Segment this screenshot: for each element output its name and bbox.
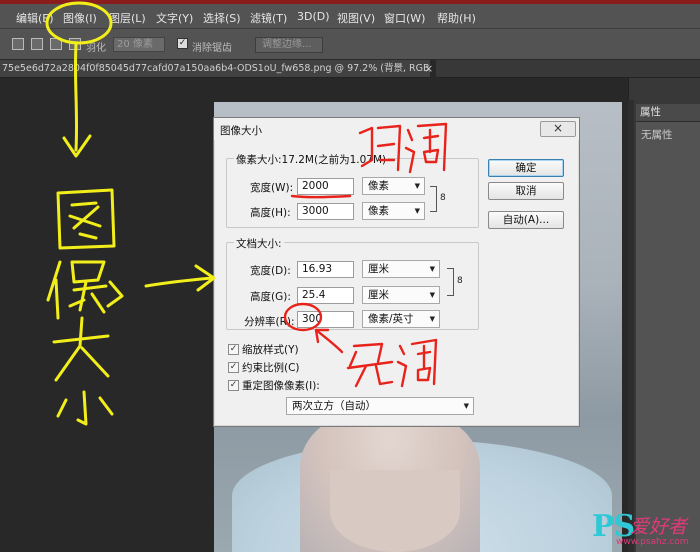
menu-bar: 编辑(E) 图像(I) 图层(L) 文字(Y) 选择(S) 滤镜(T) 3D(D…: [0, 4, 700, 28]
menu-edit[interactable]: 编辑(E): [16, 10, 54, 26]
constrain-proportions-checkbox[interactable]: ✓: [228, 362, 239, 373]
chain-link-icon: 8: [440, 193, 446, 203]
scale-styles-checkbox[interactable]: ✓: [228, 344, 239, 355]
resample-method-select[interactable]: 两次立方（自动） ▼: [286, 397, 474, 415]
menu-type[interactable]: 文字(Y): [156, 10, 193, 26]
new-selection-icon[interactable]: [12, 38, 24, 50]
no-properties-text: 无属性: [641, 129, 673, 141]
menu-help[interactable]: 帮助(H): [437, 10, 476, 26]
pixel-width-unit-text: 像素: [368, 180, 389, 192]
chain-link-icon: 8: [457, 276, 463, 286]
menu-filter[interactable]: 滤镜(T): [250, 10, 287, 26]
tab-properties[interactable]: 属性: [636, 104, 700, 122]
menu-window[interactable]: 窗口(W): [384, 10, 425, 26]
doc-width-label: 宽度(D):: [250, 265, 291, 277]
pixel-link-bracket: [430, 186, 437, 212]
refine-edge-button[interactable]: 调整边缘...: [255, 37, 323, 53]
chevron-down-icon: ▼: [429, 265, 435, 273]
menu-layer[interactable]: 图层(L): [109, 10, 146, 26]
panel-strip: [628, 100, 634, 552]
chevron-down-icon: ▼: [429, 315, 435, 323]
intersect-selection-icon[interactable]: [69, 38, 81, 50]
close-tab-icon[interactable]: ×: [424, 60, 433, 77]
dialog-titlebar[interactable]: [214, 118, 579, 140]
menu-select[interactable]: 选择(S): [203, 10, 241, 26]
resample-label: 重定图像像素(I):: [242, 380, 320, 392]
image-size-dialog: 图像大小 × 像素大小:17.2M(之前为1.07M) 宽度(W): 2000 …: [213, 117, 580, 427]
watermark-site-name: 爱好者: [630, 516, 688, 538]
menu-3d[interactable]: 3D(D): [297, 10, 330, 23]
resample-checkbox[interactable]: ✓: [228, 380, 239, 391]
document-size-title: 文档大小:: [234, 236, 284, 251]
dialog-title: 图像大小: [220, 125, 262, 137]
photo-neckline: [330, 470, 460, 552]
cancel-button[interactable]: 取消: [488, 182, 564, 200]
doc-height-label: 高度(G):: [250, 291, 291, 303]
pixel-dimensions-title: 像素大小:17.2M(之前为1.07M): [234, 152, 389, 167]
options-bar: 羽化 20 像素 ✓ 消除锯齿 调整边缘...: [0, 28, 700, 60]
pixel-height-input[interactable]: 3000: [297, 203, 354, 220]
chevron-down-icon: ▼: [414, 207, 420, 215]
constrain-proportions-label: 约束比例(C): [242, 362, 300, 374]
menu-image[interactable]: 图像(I): [63, 10, 97, 26]
watermark-url: www.psahz.com: [616, 537, 689, 547]
doc-height-unit-text: 厘米: [368, 289, 389, 301]
doc-height-input[interactable]: 25.4: [297, 287, 354, 304]
doc-width-input[interactable]: 16.93: [297, 261, 354, 278]
resolution-input[interactable]: 300: [297, 311, 354, 328]
resolution-unit-text: 像素/英寸: [368, 313, 414, 325]
chevron-down-icon: ▼: [414, 182, 420, 190]
properties-body: [636, 122, 700, 552]
resolution-unit-select[interactable]: 像素/英寸 ▼: [362, 310, 440, 328]
doc-link-bracket: [447, 268, 454, 296]
doc-height-unit-select[interactable]: 厘米 ▼: [362, 286, 440, 304]
menu-view[interactable]: 视图(V): [337, 10, 375, 26]
doc-width-unit-select[interactable]: 厘米 ▼: [362, 260, 440, 278]
antialias-checkbox[interactable]: ✓: [177, 38, 188, 49]
pixel-height-unit-text: 像素: [368, 205, 389, 217]
resample-method-text: 两次立方（自动）: [292, 400, 376, 412]
doc-width-unit-text: 厘米: [368, 263, 389, 275]
auto-button[interactable]: 自动(A)...: [488, 211, 564, 229]
antialias-label: 消除锯齿: [192, 43, 232, 54]
pixel-width-input[interactable]: 2000: [297, 178, 354, 195]
pixel-width-unit-select[interactable]: 像素 ▼: [362, 177, 425, 195]
tab-bar-empty: [436, 60, 700, 78]
ok-button[interactable]: 确定: [488, 159, 564, 177]
feather-input[interactable]: 20 像素: [113, 37, 165, 52]
chevron-down-icon: ▼: [463, 402, 469, 410]
close-dialog-button[interactable]: ×: [540, 121, 576, 137]
feather-label: 羽化: [86, 43, 106, 54]
add-selection-icon[interactable]: [31, 38, 43, 50]
pixel-height-unit-select[interactable]: 像素 ▼: [362, 202, 425, 220]
resolution-label: 分辨率(R):: [244, 316, 295, 328]
scale-styles-label: 缩放样式(Y): [242, 344, 299, 356]
chevron-down-icon: ▼: [429, 291, 435, 299]
pixel-height-label: 高度(H):: [250, 207, 291, 219]
subtract-selection-icon[interactable]: [50, 38, 62, 50]
pixel-width-label: 宽度(W):: [250, 182, 294, 194]
document-tab[interactable]: 75e5e6d72a2804f0f85045d77cafd07a150aa6b4…: [0, 60, 430, 78]
